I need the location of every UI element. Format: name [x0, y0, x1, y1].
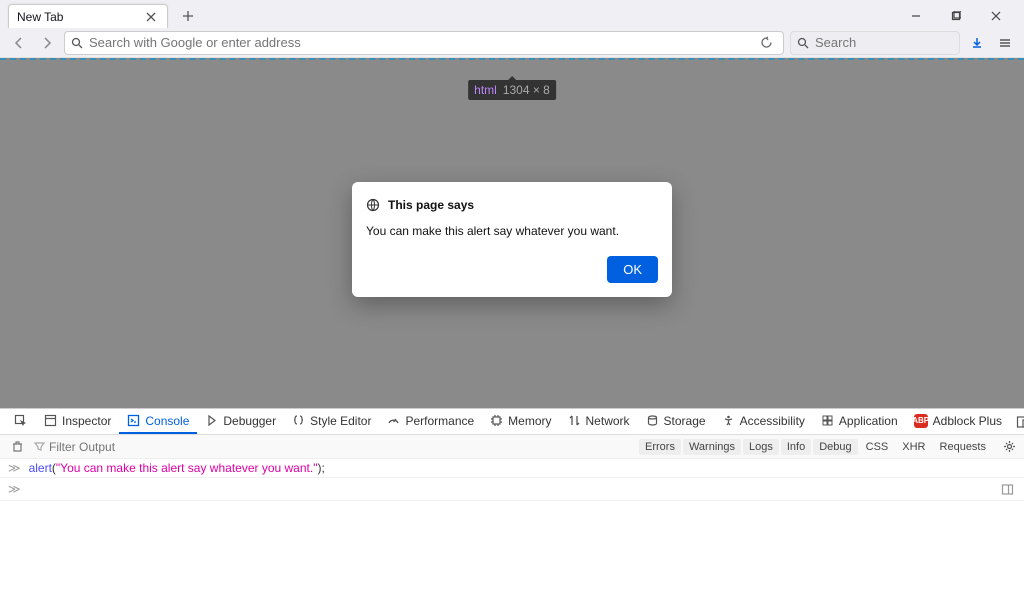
browser-tab[interactable]: New Tab	[8, 4, 168, 28]
forward-button[interactable]	[36, 32, 58, 54]
inspector-icon	[44, 414, 57, 427]
new-tab-button[interactable]	[174, 4, 202, 28]
debugger-icon	[205, 414, 218, 427]
page-viewport: html 1304 × 8 This page says You can mak…	[0, 58, 1024, 408]
tab-console[interactable]: Console	[119, 409, 197, 434]
pick-element-button[interactable]	[6, 409, 36, 434]
console-toolbar: Errors Warnings Logs Info Debug CSS XHR …	[0, 435, 1024, 459]
console-settings-button[interactable]	[1000, 440, 1018, 453]
chip-warnings[interactable]: Warnings	[683, 439, 741, 455]
chip-xhr[interactable]: XHR	[896, 439, 931, 455]
application-icon	[821, 414, 834, 427]
tab-application[interactable]: Application	[813, 409, 906, 434]
tab-title: New Tab	[17, 10, 143, 24]
console-output: ≫ alert("You can make this alert say wha…	[0, 459, 1024, 603]
console-prompt-icon: ≫	[8, 461, 21, 475]
console-input-line[interactable]: ≫ alert("You can make this alert say wha…	[0, 459, 1024, 478]
downloads-button[interactable]	[966, 32, 988, 54]
console-filter[interactable]	[34, 440, 204, 454]
chip-requests[interactable]: Requests	[934, 439, 992, 455]
back-button[interactable]	[8, 32, 30, 54]
console-code: alert("You can make this alert say whate…	[29, 461, 325, 475]
tab-adblock[interactable]: ABPAdblock Plus	[906, 409, 1010, 434]
storage-icon	[646, 414, 659, 427]
dialog-message: You can make this alert say whatever you…	[366, 224, 658, 238]
search-input[interactable]	[815, 35, 991, 50]
search-bar[interactable]	[790, 31, 960, 55]
console-filter-chips: Errors Warnings Logs Info Debug CSS XHR …	[639, 439, 1018, 455]
reload-button[interactable]	[755, 32, 777, 54]
alert-dialog: This page says You can make this alert s…	[352, 182, 672, 297]
chip-logs[interactable]: Logs	[743, 439, 779, 455]
tab-storage[interactable]: Storage	[638, 409, 714, 434]
performance-icon	[387, 414, 400, 427]
responsive-mode-button[interactable]	[1010, 409, 1024, 435]
globe-icon	[366, 198, 380, 212]
tab-style-editor[interactable]: Style Editor	[284, 409, 379, 434]
tab-debugger[interactable]: Debugger	[197, 409, 284, 434]
abp-icon: ABP	[914, 414, 928, 428]
filter-icon	[34, 441, 45, 452]
network-icon	[568, 414, 581, 427]
tab-network[interactable]: Network	[560, 409, 638, 434]
chip-info[interactable]: Info	[781, 439, 811, 455]
tab-close-button[interactable]	[143, 9, 159, 25]
clear-console-button[interactable]	[6, 436, 28, 458]
pick-element-icon	[14, 414, 28, 428]
console-next-prompt[interactable]: ≫	[0, 478, 1024, 501]
style-editor-icon	[292, 414, 305, 427]
url-input[interactable]	[89, 35, 749, 50]
url-bar[interactable]	[64, 31, 784, 55]
search-icon	[71, 37, 83, 49]
chip-css[interactable]: CSS	[860, 439, 895, 455]
tab-memory[interactable]: Memory	[482, 409, 559, 434]
memory-icon	[490, 414, 503, 427]
dialog-ok-button[interactable]: OK	[607, 256, 658, 283]
filter-input[interactable]	[49, 440, 204, 454]
inspector-size-tooltip: html 1304 × 8	[468, 80, 556, 100]
inspector-element-tag: html	[474, 83, 497, 97]
split-panel-button[interactable]	[998, 480, 1016, 498]
tab-performance[interactable]: Performance	[379, 409, 482, 434]
devtools-tabs: Inspector Console Debugger Style Editor …	[0, 409, 1024, 435]
devtools-panel: Inspector Console Debugger Style Editor …	[0, 408, 1024, 603]
accessibility-icon	[722, 414, 735, 427]
tab-accessibility[interactable]: Accessibility	[714, 409, 813, 434]
chip-errors[interactable]: Errors	[639, 439, 681, 455]
nav-toolbar	[0, 28, 1024, 58]
dialog-heading: This page says	[388, 198, 474, 212]
window-controls	[896, 4, 1016, 28]
console-icon	[127, 414, 140, 427]
search-icon	[797, 37, 809, 49]
maximize-button[interactable]	[936, 4, 976, 28]
console-prompt-icon: ≫	[8, 482, 21, 496]
tab-inspector[interactable]: Inspector	[36, 409, 119, 434]
minimize-button[interactable]	[896, 4, 936, 28]
close-window-button[interactable]	[976, 4, 1016, 28]
inspector-element-dims: 1304 × 8	[503, 83, 550, 97]
titlebar: New Tab	[0, 0, 1024, 28]
app-menu-button[interactable]	[994, 32, 1016, 54]
chip-debug[interactable]: Debug	[813, 439, 857, 455]
